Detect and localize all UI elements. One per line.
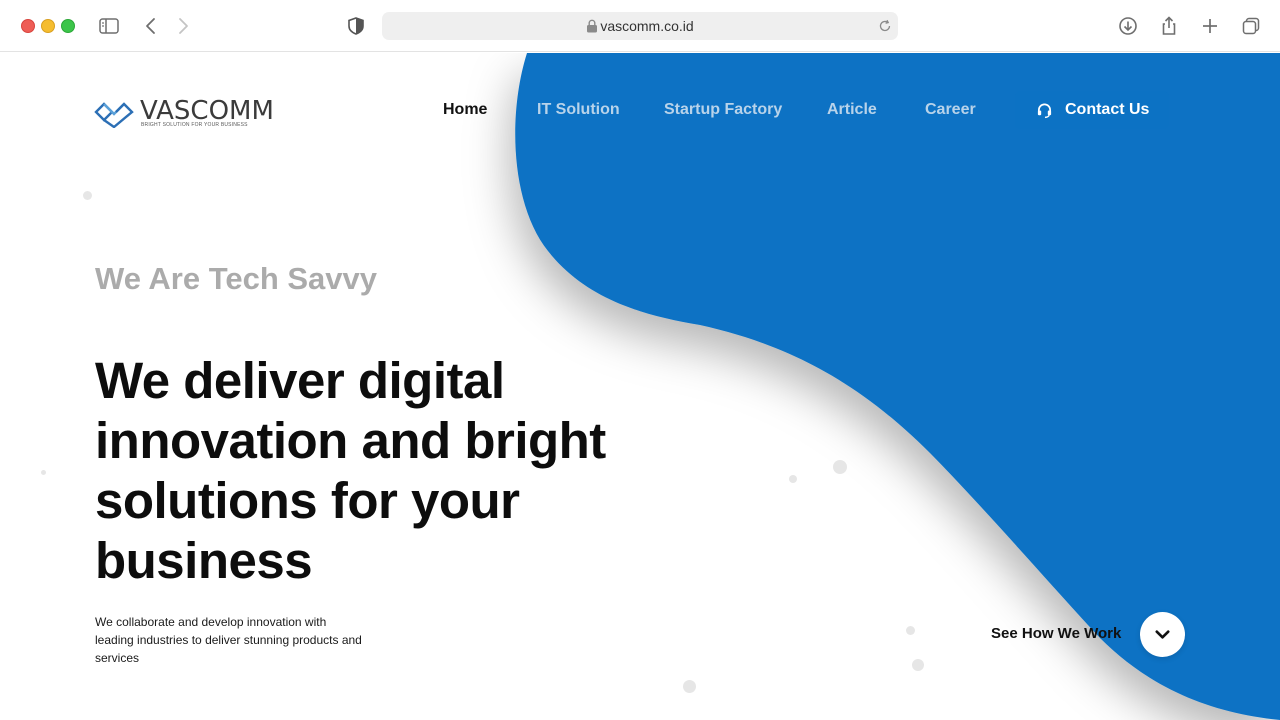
hero-headline: We deliver digital innovation and bright… (95, 352, 606, 589)
contact-us-label: Contact Us (1065, 101, 1150, 118)
share-icon[interactable] (1157, 14, 1181, 38)
download-icon[interactable] (1116, 14, 1140, 38)
decor-dot (833, 460, 847, 474)
nav-home[interactable]: Home (443, 101, 487, 119)
scroll-down-button[interactable] (1140, 612, 1185, 657)
zoom-window-button[interactable] (61, 19, 75, 33)
forward-icon[interactable] (171, 14, 195, 38)
headset-icon (1037, 103, 1052, 119)
sidebar-icon[interactable] (97, 14, 121, 38)
url-text: vascomm.co.id (600, 18, 694, 34)
tab-overview-icon[interactable] (1239, 14, 1263, 38)
address-bar[interactable]: vascomm.co.id (382, 12, 898, 40)
reload-icon[interactable] (878, 19, 892, 33)
decor-dot (41, 470, 46, 475)
nav-article[interactable]: Article (827, 101, 877, 119)
privacy-shield-icon[interactable] (344, 14, 368, 38)
decor-dot (789, 475, 797, 483)
contact-us-button[interactable]: Contact Us (1015, 91, 1169, 129)
decor-dot (683, 680, 696, 693)
see-how-we-work-link[interactable]: See How We Work (991, 625, 1121, 642)
minimize-window-button[interactable] (41, 19, 55, 33)
new-tab-icon[interactable] (1198, 14, 1222, 38)
decor-dot (912, 659, 924, 671)
nav-career[interactable]: Career (925, 101, 976, 119)
nav-startup-factory[interactable]: Startup Factory (664, 101, 782, 119)
nav-it-solution[interactable]: IT Solution (537, 101, 620, 119)
decor-dot (906, 626, 915, 635)
hero-subtext: We collaborate and develop innovation wi… (95, 615, 362, 665)
browser-toolbar: vascomm.co.id (0, 0, 1280, 52)
logo-mark-icon (94, 102, 134, 128)
close-window-button[interactable] (21, 19, 35, 33)
logo-tagline: BRIGHT SOLUTION FOR YOUR BUSINESS (141, 122, 248, 128)
decor-dot (83, 191, 92, 200)
back-icon[interactable] (139, 14, 163, 38)
chevron-down-icon (1155, 630, 1170, 639)
vascomm-logo[interactable]: VASCOMM BRIGHT SOLUTION FOR YOUR BUSINES… (94, 96, 274, 130)
website-page: VASCOMM BRIGHT SOLUTION FOR YOUR BUSINES… (0, 53, 1280, 720)
hero-tagline: We Are Tech Savvy (95, 261, 378, 296)
